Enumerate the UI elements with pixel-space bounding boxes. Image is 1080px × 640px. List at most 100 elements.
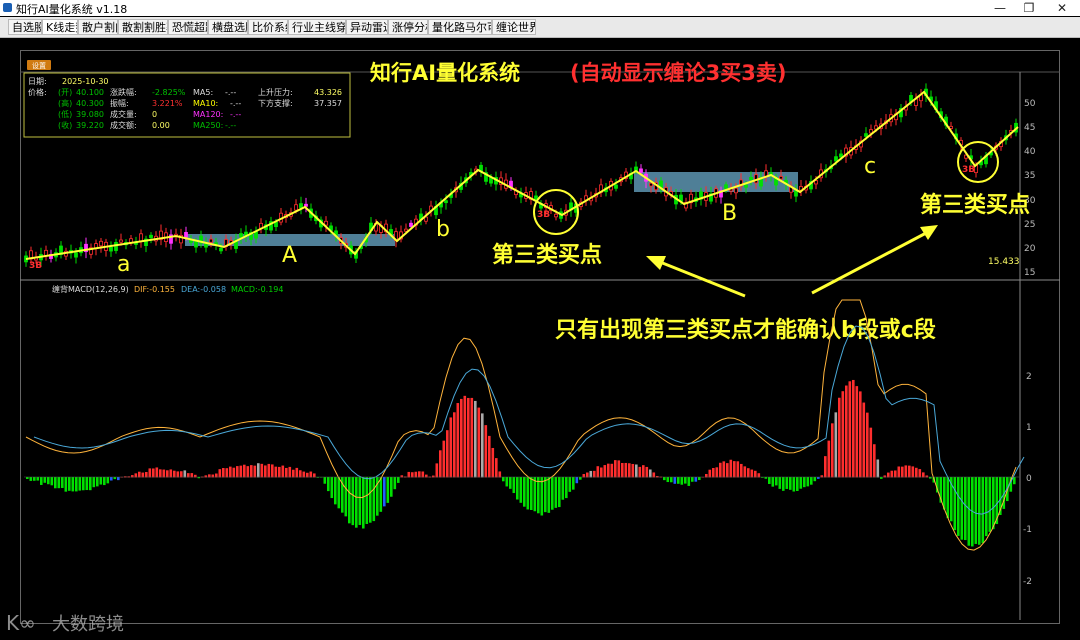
macd-bar (824, 456, 827, 478)
macd-bar (631, 463, 635, 478)
macd-bar (54, 477, 57, 489)
macd-bar (960, 477, 964, 540)
macd-bar (768, 477, 771, 484)
macd-bar (540, 477, 544, 516)
macd-bar (369, 477, 372, 523)
macd-bar (117, 477, 120, 481)
low-label: (低) (58, 109, 72, 119)
candle-body (209, 238, 213, 243)
macd-bar (533, 477, 537, 512)
macd-bar (82, 477, 85, 491)
open-label: (开) (58, 88, 72, 97)
macd-bar (446, 430, 449, 478)
macd-bar (526, 477, 530, 510)
macd-bar (866, 412, 869, 478)
macd-bar (96, 477, 99, 487)
macd-bar (862, 402, 866, 478)
candle-body (149, 234, 153, 239)
macd-bar (26, 477, 29, 480)
macd-bar (810, 477, 813, 485)
ma250-label: MA250: (193, 121, 223, 130)
macd-dif-readout: DIF:-0.155 (134, 285, 175, 294)
macd-bar (183, 470, 187, 478)
macd-bar (782, 477, 785, 491)
macd-bar (337, 477, 341, 509)
macd-bar (92, 477, 96, 488)
macd-bar (957, 477, 960, 536)
macd-bar (138, 471, 141, 478)
amplitude-label: 振幅: (110, 98, 129, 108)
macd-bar (652, 472, 656, 478)
settings-label: 设置 (32, 61, 46, 70)
macd-bar (869, 427, 873, 478)
macd-bar (33, 477, 36, 481)
macd-bar (222, 468, 225, 478)
macd-bar (978, 477, 981, 545)
macd-bar (495, 458, 498, 478)
macd-bar (110, 477, 113, 481)
macd-bar (551, 477, 554, 510)
macd-bar (68, 477, 71, 491)
macd-bar (64, 477, 68, 492)
arrow-line (811, 230, 929, 295)
candle-body (734, 187, 738, 194)
candle-body (194, 241, 198, 248)
amplitude-value: 3.221% (152, 99, 183, 108)
macd-bar (845, 385, 848, 478)
macd-bar (890, 470, 894, 478)
headline-main: 知行AI量化系统 (370, 61, 520, 85)
macd-bar (719, 462, 722, 478)
turnover-label: 成交额: (110, 120, 137, 130)
macd-bar (684, 477, 687, 484)
macd-bar (467, 397, 470, 478)
macd-bar (691, 477, 694, 482)
macd-bar (89, 477, 92, 491)
macd-bar (579, 477, 582, 480)
macd-bar (988, 477, 992, 532)
ma10-value: -.-- (230, 99, 241, 108)
candle-body (614, 184, 618, 189)
macd-bar (442, 440, 446, 478)
info-panel: 日期: 2025-10-30 价格: (开) 40.100 (高) 40.300… (23, 72, 351, 138)
macd-bar (481, 413, 484, 478)
ma5-value: -.-- (225, 88, 236, 97)
settings-button[interactable]: 设置 (27, 60, 51, 70)
macd-bar (477, 407, 481, 478)
macd-bar (260, 463, 264, 478)
macd-bar (295, 467, 299, 478)
macd-bar (841, 391, 845, 478)
macd-bar (162, 469, 166, 478)
macd-bar (386, 477, 390, 503)
macd-bar (309, 471, 313, 478)
macd-bar (218, 469, 222, 478)
macd-bar (519, 477, 523, 503)
candle-body (294, 204, 298, 211)
close-label: (收) (58, 120, 72, 130)
macd-bar (981, 477, 985, 544)
macd-bar (943, 477, 946, 510)
macd-bar (523, 477, 526, 507)
macd-bar (635, 464, 638, 478)
macd-histogram (26, 379, 1016, 547)
macd-bar (292, 469, 295, 478)
macd-bar (78, 477, 82, 491)
macd-bar (806, 477, 810, 487)
macd-bar (302, 471, 306, 478)
candle-body (444, 200, 448, 204)
macd-value-readout: MACD:-0.194 (231, 285, 283, 294)
macd-bar (967, 477, 971, 546)
macd-bar (603, 465, 607, 478)
macd-bar (796, 477, 799, 491)
macd-bar (838, 397, 841, 478)
arrow-line (659, 260, 746, 298)
macd-bar (330, 477, 334, 499)
macd-bar (911, 466, 915, 478)
macd-bar (484, 425, 488, 478)
macd-bar (859, 391, 862, 478)
macd-bar (498, 471, 502, 478)
price-tick: 20 (1024, 244, 1036, 254)
candle-body (409, 222, 413, 227)
macd-bar (831, 423, 834, 478)
macd-dea-readout: DEA:-0.058 (181, 285, 226, 294)
candle-body (114, 242, 118, 251)
